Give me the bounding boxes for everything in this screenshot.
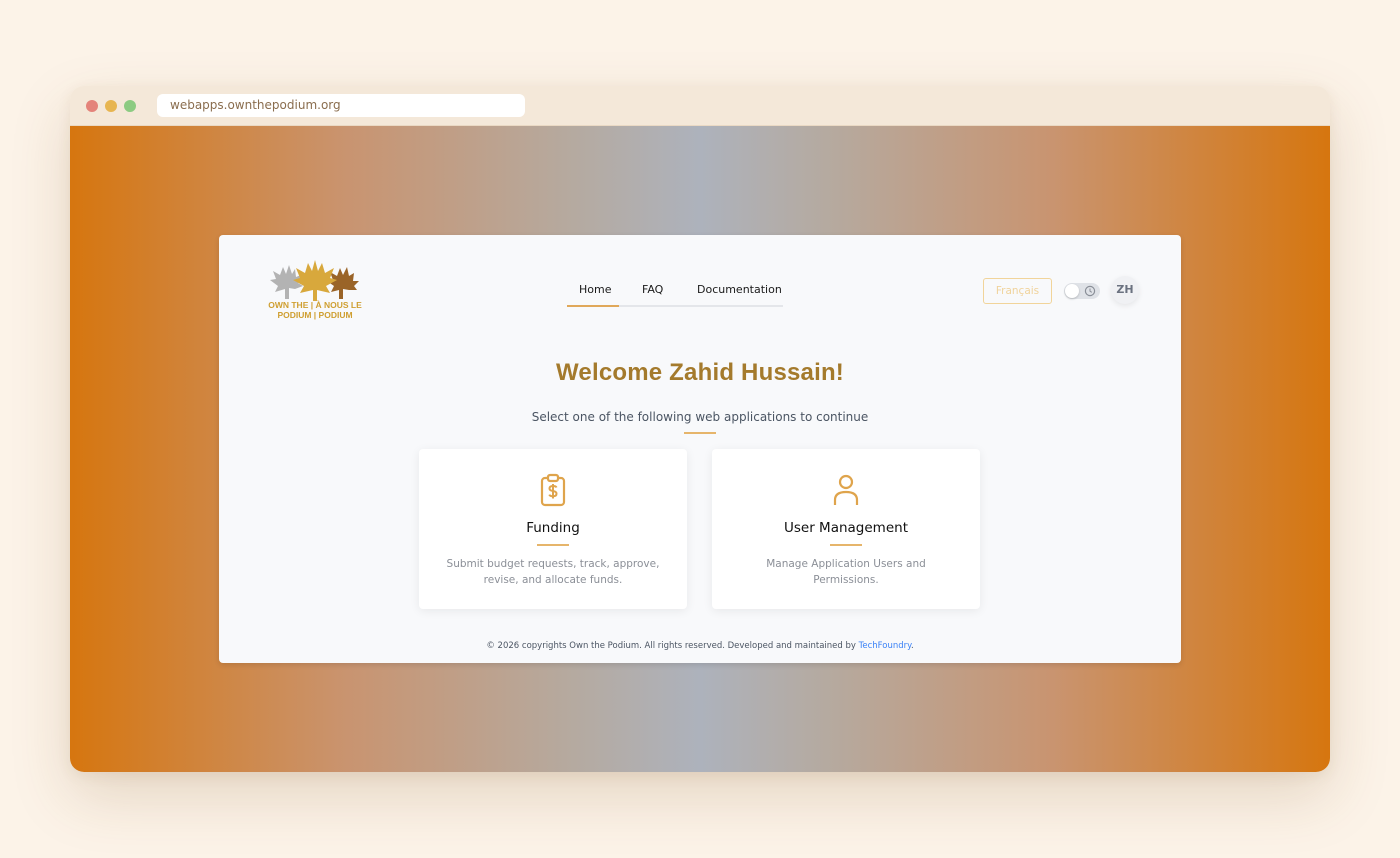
app-title: User Management	[784, 520, 908, 536]
user-avatar[interactable]: ZH	[1111, 276, 1139, 304]
footer-link-techfoundry[interactable]: TechFoundry	[859, 641, 911, 651]
footer-text: © 2026 copyrights Own the Podium. All ri…	[486, 641, 859, 651]
page-viewport: OWN THE | À NOUS LE PODIUM | PODIUM Home…	[70, 126, 1330, 772]
logo-text: OWN THE | À NOUS LE PODIUM | PODIUM	[267, 300, 363, 320]
own-the-podium-logo[interactable]: OWN THE | À NOUS LE PODIUM | PODIUM	[267, 259, 363, 321]
moon-icon	[1084, 285, 1096, 297]
toggle-knob	[1065, 284, 1079, 298]
browser-titlebar: webapps.ownthepodium.org	[70, 86, 1330, 126]
logo-text-line2: PODIUM | PODIUM	[277, 309, 353, 320]
app-title: Funding	[526, 520, 580, 536]
language-button[interactable]: Français	[983, 278, 1052, 304]
nav-faq[interactable]: FAQ	[642, 283, 663, 296]
maximize-window-button[interactable]	[124, 100, 136, 112]
app-description: Manage Application Users and Permissions…	[766, 558, 926, 586]
subtitle-divider	[684, 432, 716, 434]
main-nav: Home FAQ Documentation	[567, 278, 783, 307]
footer: © 2026 copyrights Own the Podium. All ri…	[219, 641, 1181, 651]
app-title-divider	[830, 544, 862, 546]
address-bar[interactable]: webapps.ownthepodium.org	[157, 94, 525, 117]
nav-home[interactable]: Home	[579, 283, 611, 296]
maple-leaves-icon	[270, 260, 359, 301]
welcome-heading: Welcome Zahid Hussain!	[555, 359, 845, 386]
user-icon	[833, 474, 859, 505]
clipboard-dollar-icon	[540, 473, 566, 507]
footer-period: .	[910, 641, 914, 651]
theme-toggle[interactable]	[1064, 283, 1100, 299]
nav-documentation[interactable]: Documentation	[697, 283, 782, 296]
app-card-funding[interactable]: Funding Submit budget requests, track, a…	[419, 449, 687, 609]
app-title-divider	[537, 544, 569, 546]
app-card-user-management[interactable]: User Management Manage Application Users…	[712, 449, 980, 609]
close-window-button[interactable]	[86, 100, 98, 112]
nav-active-indicator	[567, 305, 619, 307]
browser-window: webapps.ownthepodium.org OWN THE | À NOU…	[70, 86, 1330, 772]
welcome-subtitle: Select one of the following web applicat…	[531, 410, 869, 424]
minimize-window-button[interactable]	[105, 100, 117, 112]
main-card: OWN THE | À NOUS LE PODIUM | PODIUM Home…	[219, 235, 1181, 663]
app-description: Submit budget requests, track, approve, …	[446, 558, 660, 586]
